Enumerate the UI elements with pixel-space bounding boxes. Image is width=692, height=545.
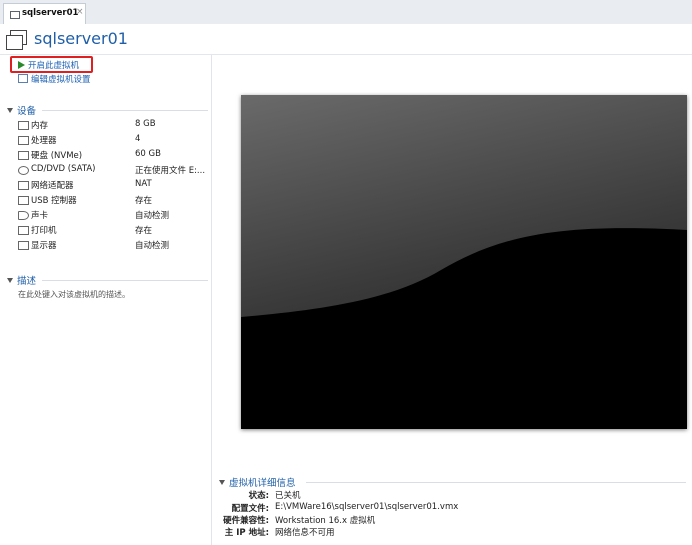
page-title: sqlserver01 [34,29,128,48]
device-row-network-adapter[interactable]: 网络适配器 NAT [18,178,208,193]
power-on-button[interactable]: 开启此虚拟机 [18,59,79,72]
device-value: 自动检测 [135,211,170,221]
tab-strip: sqlserver01 × [0,0,692,25]
usb-controller-icon [18,196,29,205]
device-row-processor[interactable]: 处理器 4 [18,133,208,148]
collapse-arrow-icon [219,480,225,485]
description-section-header[interactable]: 描述 [7,273,36,287]
sound-card-icon [18,211,29,220]
detail-row-status: 状态: 已关机 [219,489,679,501]
device-name: 处理器 [31,136,57,146]
section-divider [306,482,686,483]
device-value: 4 [135,134,141,144]
edit-settings-button[interactable]: 编辑虚拟机设置 [18,73,91,86]
edit-settings-icon [18,74,28,83]
description-placeholder[interactable]: 在此处键入对该虚拟机的描述。 [18,289,130,300]
device-name: 网络适配器 [31,181,74,191]
vm-details-section-title: 虚拟机详细信息 [229,478,296,489]
device-name: 内存 [31,121,49,131]
vm-summary-panel: 开启此虚拟机 编辑虚拟机设置 设备 内存 8 GB 处理器 4 硬盘 (NVMe… [0,55,212,545]
device-row-sound-card[interactable]: 声卡 自动检测 [18,208,208,223]
device-row-printer[interactable]: 打印机 存在 [18,223,208,238]
section-divider [42,280,208,281]
vm-details-section-header[interactable]: 虚拟机详细信息 [219,475,296,489]
network-adapter-icon [18,181,29,190]
device-value: 自动检测 [135,241,170,251]
close-icon[interactable]: × [76,7,84,17]
section-divider [42,110,208,111]
processor-icon [18,136,29,145]
memory-icon [18,121,29,130]
device-value: NAT [135,179,152,189]
vm-screen-thumbnail[interactable] [241,95,687,429]
tab-sqlserver01[interactable]: sqlserver01 × [3,3,86,24]
devices-section-title: 设备 [17,106,37,117]
device-value: 存在 [135,196,153,206]
device-row-usb-controller[interactable]: USB 控制器 存在 [18,193,208,208]
power-on-label: 开启此虚拟机 [28,61,80,71]
collapse-arrow-icon [7,108,13,113]
device-row-hard-disk[interactable]: 硬盘 (NVMe) 60 GB [18,148,208,163]
hard-disk-icon [18,151,29,160]
vm-tab-icon [10,11,20,19]
detail-value: Workstation 16.x 虚拟机 [275,516,376,526]
device-value: 8 GB [135,119,156,129]
detail-value: 已关机 [275,491,301,501]
devices-section-header[interactable]: 设备 [7,103,36,117]
device-row-display[interactable]: 显示器 自动检测 [18,238,208,253]
vm-header: sqlserver01 [0,24,692,55]
description-section-title: 描述 [17,276,37,287]
device-name: USB 控制器 [31,196,77,206]
display-icon [18,241,29,250]
device-name: 显示器 [31,241,57,251]
tab-label: sqlserver01 [22,8,79,18]
device-name: 声卡 [31,211,49,221]
device-name: 打印机 [31,226,57,236]
virtual-machine-icon [6,30,28,50]
detail-row-config-file: 配置文件: E:\VMWare16\sqlserver01\sqlserver0… [219,502,679,514]
vm-screen-graphic [241,95,687,429]
detail-row-ip-address: 主 IP 地址: 网络信息不可用 [219,526,679,538]
detail-key: 硬件兼容性: [223,516,269,526]
device-value: 60 GB [135,149,161,159]
detail-value: 网络信息不可用 [275,528,335,538]
detail-row-hardware-compat: 硬件兼容性: Workstation 16.x 虚拟机 [219,514,679,526]
device-value: 正在使用文件 E:... [135,166,206,176]
play-icon [18,61,25,69]
collapse-arrow-icon [7,278,13,283]
device-value: 存在 [135,226,153,236]
detail-key: 配置文件: [231,504,269,514]
edit-settings-label: 编辑虚拟机设置 [31,75,91,85]
printer-icon [18,226,29,235]
detail-key: 状态: [248,491,269,501]
device-row-cd-dvd[interactable]: CD/DVD (SATA) 正在使用文件 E:... [18,163,208,178]
detail-value: E:\VMWare16\sqlserver01\sqlserver01.vmx [275,502,459,512]
device-name: 硬盘 (NVMe) [31,151,83,161]
cd-dvd-icon [18,166,29,175]
device-name: CD/DVD (SATA) [31,164,96,174]
device-row-memory[interactable]: 内存 8 GB [18,118,208,133]
detail-key: 主 IP 地址: [224,528,269,538]
